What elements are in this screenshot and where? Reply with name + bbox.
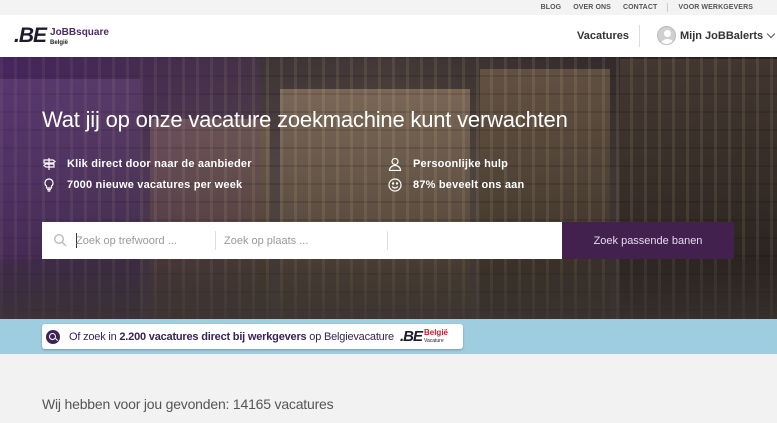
promo-strip: Of zoek in 2.200 vacatures direct bij we… [0, 319, 777, 354]
signpost-icon [42, 157, 56, 171]
utility-bar: BLOG OVER ONS CONTACT VOOR WERKGEVERS [0, 0, 777, 15]
hero-title: Wat jij op onze vacature zoekmachine kun… [42, 107, 568, 132]
feature-item: Klik direct door naar de aanbieder [42, 157, 252, 171]
site-header: .BE JoBBsquare België Vacatures Mijn JoB… [0, 15, 777, 57]
promo-text-suffix: op Belgievacature [306, 330, 394, 343]
account-label: Mijn JoBBalerts [680, 29, 764, 42]
keyword-input[interactable] [76, 222, 211, 259]
feature-text: 87% beveelt ons aan [413, 179, 525, 191]
feature-item: 87% beveelt ons aan [388, 178, 524, 192]
person-icon [388, 157, 402, 172]
feature-text: Persoonlijke hulp [413, 158, 509, 170]
feature-item: Persoonlijke hulp [388, 157, 509, 172]
location-input[interactable] [224, 222, 384, 259]
account-menu[interactable]: Mijn JoBBalerts [657, 26, 776, 45]
hero-ground [0, 259, 777, 319]
utility-links: BLOG OVER ONS CONTACT VOOR WERKGEVERS [535, 0, 759, 15]
promo-banner[interactable]: Of zoek in 2.200 vacatures direct bij we… [42, 324, 463, 349]
feature-text: Klik direct door naar de aanbieder [67, 158, 252, 170]
promo-logo-name: België [423, 327, 448, 337]
search-bar: Zoek passende banen [42, 222, 734, 259]
blog-link[interactable]: BLOG [535, 4, 568, 11]
site-logo[interactable]: .BE JoBBsquare België [14, 25, 109, 49]
logo-text: JoBBsquare België [50, 27, 109, 49]
promo-logo-mark: .BE [399, 327, 423, 345]
contact-link[interactable]: CONTACT [617, 4, 663, 11]
search-icon [53, 233, 67, 247]
belgievacature-logo: .BE België Vacature [399, 327, 448, 345]
promo-text-prefix: Of zoek in [69, 330, 120, 343]
search-circle-icon [46, 329, 60, 344]
field-divider [387, 231, 388, 250]
promo-text: Of zoek in 2.200 vacatures direct bij we… [69, 331, 394, 343]
hero-section: Wat jij op onze vacature zoekmachine kun… [0, 57, 777, 319]
nav-divider [639, 25, 640, 47]
logo-name: JoBBsquare [50, 27, 109, 38]
search-button[interactable]: Zoek passende banen [562, 222, 734, 259]
promo-logo-text: België Vacature [423, 327, 448, 345]
lightbulb-icon [42, 178, 56, 192]
promo-logo-sub: Vacature [423, 337, 444, 344]
logo-mark: .BE [14, 24, 47, 47]
utility-divider [667, 3, 669, 12]
voor-werkgevers-link[interactable]: VOOR WERKGEVERS [672, 4, 759, 11]
results-heading: Wij hebben voor jou gevonden: 14165 vaca… [42, 396, 334, 412]
promo-text-bold: 2.200 vacatures direct bij werkgevers [119, 330, 307, 343]
avatar-icon [657, 26, 676, 45]
logo-country: België [50, 40, 69, 46]
feature-item: 7000 nieuwe vacatures per week [42, 178, 242, 192]
feature-text: 7000 nieuwe vacatures per week [67, 179, 243, 191]
smiley-icon [388, 178, 402, 192]
chevron-down-icon [766, 29, 776, 38]
search-fields [42, 222, 562, 259]
field-divider [215, 231, 216, 250]
over-ons-link[interactable]: OVER ONS [567, 4, 617, 11]
nav-vacatures-link[interactable]: Vacatures [577, 30, 629, 42]
